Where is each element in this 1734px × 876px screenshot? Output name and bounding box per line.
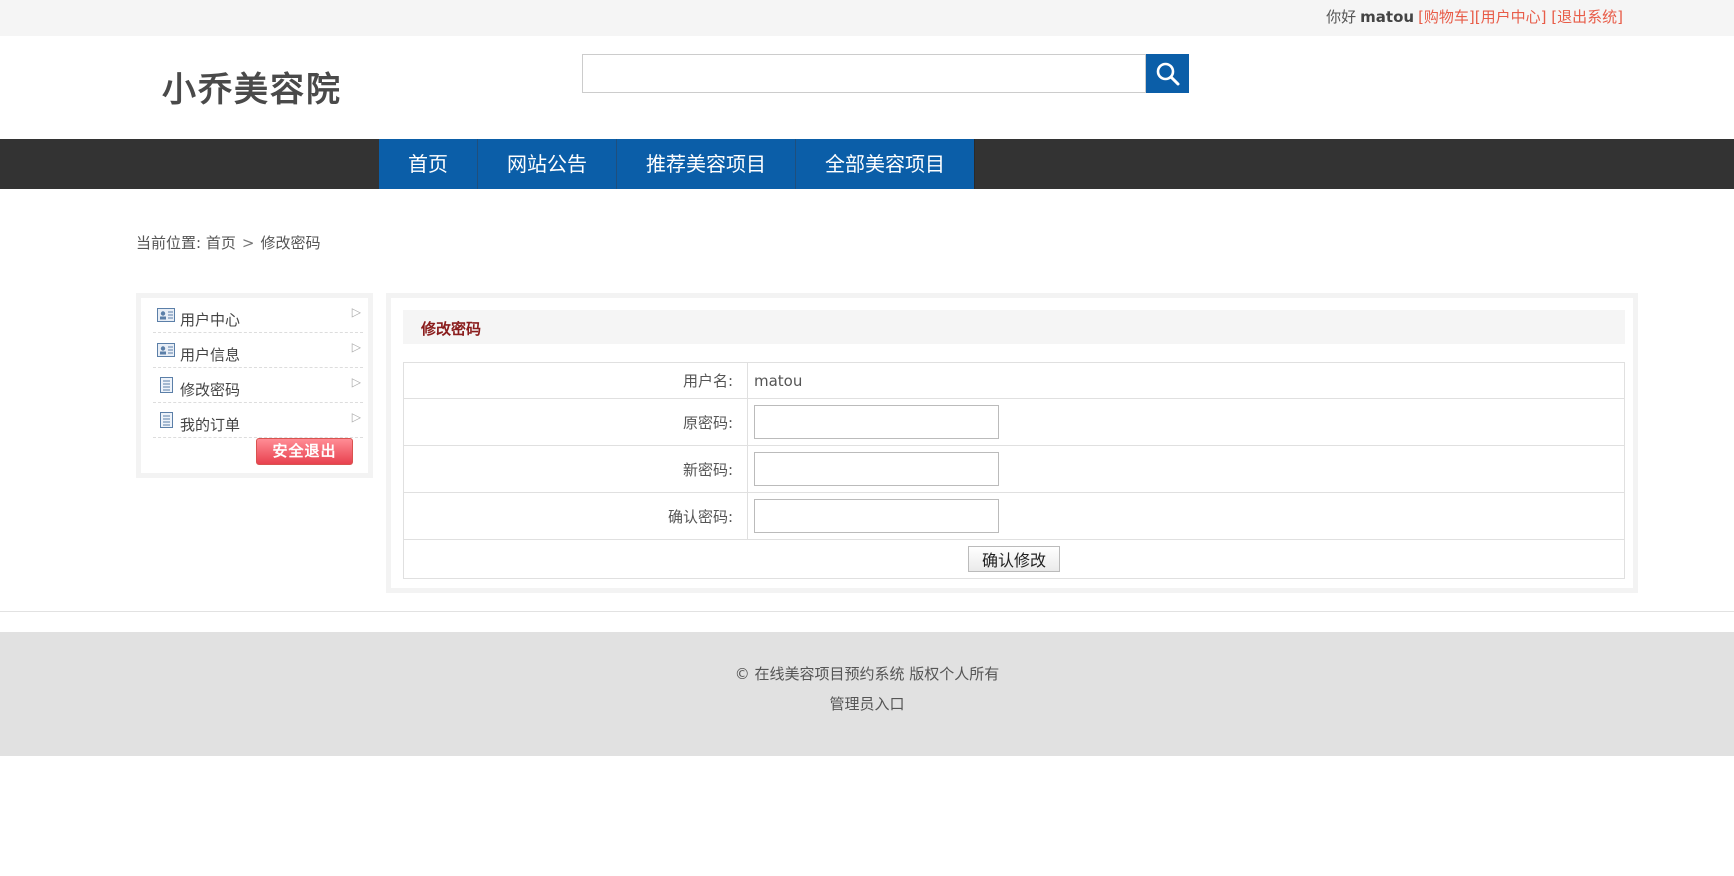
breadcrumb-current: 修改密码 bbox=[260, 234, 321, 252]
logout-link[interactable]: [退出系统] bbox=[1551, 8, 1623, 26]
welcome-text: 你好 matou [购物车][用户中心] [退出系统] bbox=[1326, 6, 1623, 27]
search-input[interactable] bbox=[582, 54, 1146, 93]
search-button[interactable] bbox=[1146, 54, 1189, 93]
sidebar-item-change-password[interactable]: 修改密码 ▷ bbox=[153, 368, 363, 403]
nav-item-all-projects[interactable]: 全部美容项目 bbox=[796, 139, 975, 189]
sidebar-item-my-orders[interactable]: 我的订单 ▷ bbox=[153, 403, 363, 438]
user-card-icon bbox=[157, 343, 175, 357]
document-icon bbox=[160, 412, 173, 428]
site-logo[interactable]: 小乔美容院 bbox=[162, 62, 342, 111]
breadcrumb-separator-icon: > bbox=[241, 234, 255, 252]
cart-link[interactable]: [购物车] bbox=[1418, 8, 1475, 26]
nav-item-announcements[interactable]: 网站公告 bbox=[478, 139, 617, 189]
safe-logout-button[interactable]: 安全退出 bbox=[256, 438, 353, 465]
username-value: matou bbox=[747, 362, 1625, 399]
sidebar-item-user-info[interactable]: 用户信息 ▷ bbox=[153, 333, 363, 368]
form-row-submit: 确认修改 bbox=[403, 539, 1625, 579]
username: matou bbox=[1360, 8, 1415, 26]
breadcrumb: 当前位置: 首页 > 修改密码 bbox=[136, 232, 320, 253]
confirm-password-field[interactable] bbox=[754, 499, 999, 533]
form-row-confirm-password: 确认密码: bbox=[403, 492, 1625, 540]
sidebar: 用户中心 ▷ 用户信息 ▷ 修改密码 ▷ 我的订单 ▷ 安全退出 bbox=[136, 293, 373, 478]
chevron-right-icon: ▷ bbox=[351, 305, 361, 319]
confirm-change-button[interactable]: 确认修改 bbox=[967, 546, 1060, 572]
search-icon bbox=[1156, 62, 1179, 85]
admin-entry-link[interactable]: 管理员入口 bbox=[829, 695, 904, 713]
breadcrumb-prefix: 当前位置: bbox=[136, 234, 202, 252]
footer-copyright: © 在线美容项目预约系统 版权个人所有 bbox=[734, 665, 1000, 683]
old-password-label: 原密码: bbox=[403, 398, 748, 446]
form-row-new-password: 新密码: bbox=[403, 445, 1625, 493]
confirm-password-label: 确认密码: bbox=[403, 492, 748, 540]
panel-title: 修改密码 bbox=[421, 320, 482, 338]
nav-item-home[interactable]: 首页 bbox=[379, 139, 478, 189]
form-row-username: 用户名: matou bbox=[403, 362, 1625, 399]
sidebar-item-label: 用户中心 bbox=[180, 311, 241, 329]
new-password-label: 新密码: bbox=[403, 445, 748, 493]
sidebar-item-user-center[interactable]: 用户中心 ▷ bbox=[153, 298, 363, 333]
form-row-old-password: 原密码: bbox=[403, 398, 1625, 446]
sidebar-item-label: 我的订单 bbox=[180, 416, 241, 434]
new-password-field[interactable] bbox=[754, 452, 999, 486]
top-bar: 你好 matou [购物车][用户中心] [退出系统] bbox=[0, 0, 1734, 36]
user-center-link[interactable]: [用户中心] bbox=[1475, 8, 1547, 26]
change-password-form: 用户名: matou 原密码: 新密码: 确认密码: 确认修改 bbox=[403, 362, 1625, 579]
footer: © 在线美容项目预约系统 版权个人所有 管理员入口 bbox=[0, 632, 1734, 756]
chevron-right-icon: ▷ bbox=[351, 410, 361, 424]
sidebar-item-label: 用户信息 bbox=[180, 346, 241, 364]
sidebar-item-label: 修改密码 bbox=[180, 381, 241, 399]
nav-item-recommended[interactable]: 推荐美容项目 bbox=[617, 139, 796, 189]
panel-header: 修改密码 bbox=[403, 310, 1625, 344]
old-password-field[interactable] bbox=[754, 405, 999, 439]
chevron-right-icon: ▷ bbox=[351, 340, 361, 354]
chevron-right-icon: ▷ bbox=[351, 375, 361, 389]
main-nav: 首页 网站公告 推荐美容项目 全部美容项目 bbox=[379, 139, 975, 189]
breadcrumb-home[interactable]: 首页 bbox=[206, 234, 236, 252]
user-card-icon bbox=[157, 308, 175, 322]
footer-divider bbox=[0, 611, 1734, 612]
greeting: 你好 bbox=[1326, 8, 1357, 26]
change-password-panel: 修改密码 用户名: matou 原密码: 新密码: 确认密码: 确认修改 bbox=[386, 293, 1638, 593]
main-nav-bar: 首页 网站公告 推荐美容项目 全部美容项目 bbox=[0, 139, 1734, 189]
username-label: 用户名: bbox=[403, 362, 748, 399]
document-icon bbox=[160, 377, 173, 393]
